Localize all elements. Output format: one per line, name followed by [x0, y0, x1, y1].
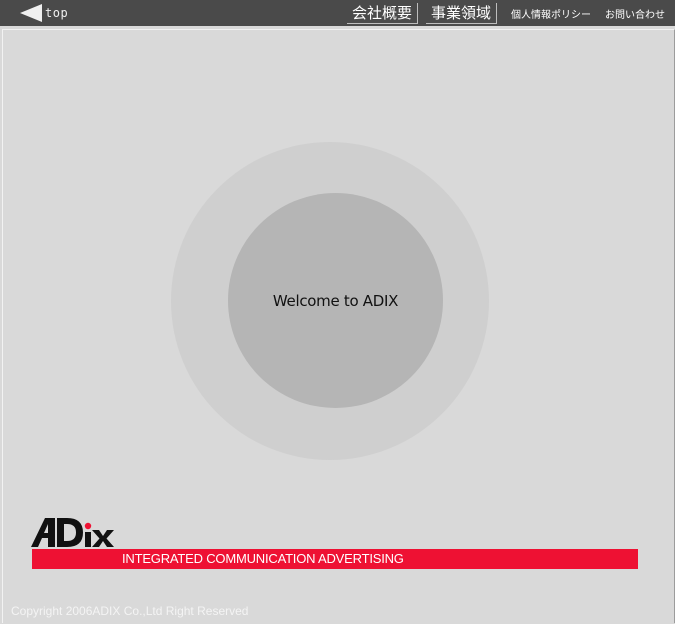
main-nav: 会社概要 事業領域 個人情報ポリシー お問い合わせ [339, 0, 665, 26]
tagline: INTEGRATED COMMUNICATION ADVERTISING [122, 551, 404, 566]
back-arrow-icon [20, 4, 42, 22]
nav-contact[interactable]: お問い合わせ [605, 6, 665, 21]
adix-logo [31, 516, 115, 552]
tagline-bar: INTEGRATED COMMUNICATION ADVERTISING [32, 549, 638, 569]
welcome-link[interactable]: Welcome to ADIX [273, 292, 399, 310]
nav-company-profile[interactable]: 会社概要 [346, 2, 418, 24]
top-navigation-bar: top 会社概要 事業領域 個人情報ポリシー お問い合わせ [0, 0, 675, 26]
nav-business-areas[interactable]: 事業領域 [425, 2, 497, 24]
top-link-label: top [45, 6, 69, 20]
copyright-text: Copyright 2006ADIX Co.,Ltd Right Reserve… [11, 604, 249, 618]
inner-circle: Welcome to ADIX [228, 193, 443, 408]
nav-privacy-policy[interactable]: 個人情報ポリシー [511, 6, 591, 21]
top-link[interactable]: top [20, 4, 68, 22]
